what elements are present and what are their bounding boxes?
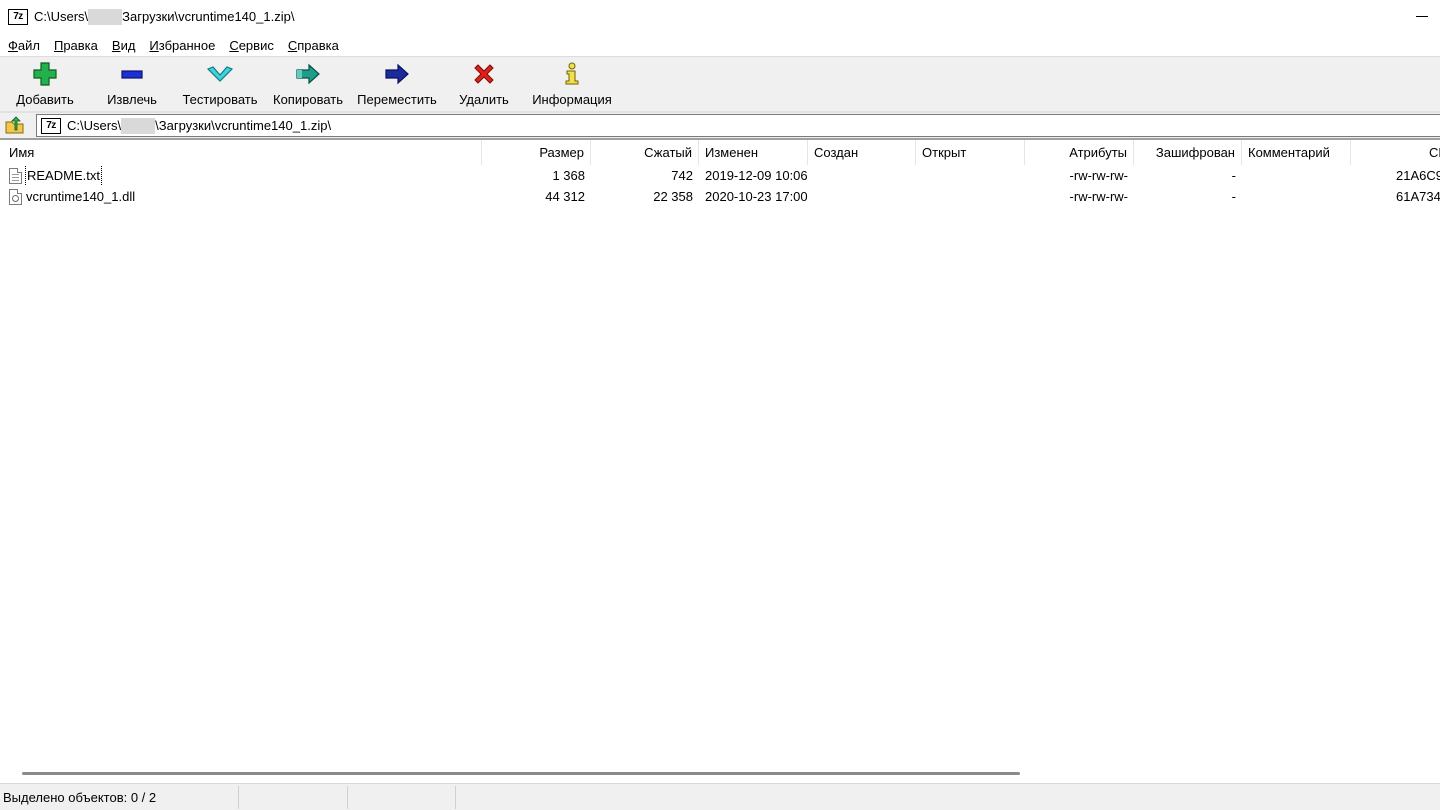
column-comment[interactable]: Комментарий — [1242, 140, 1351, 165]
folder-up-icon — [5, 116, 24, 134]
status-panel-date — [456, 786, 656, 809]
file-packed-size: 742 — [671, 168, 693, 183]
text-file-icon — [9, 168, 22, 184]
file-size: 1 368 — [552, 168, 585, 183]
check-icon — [207, 61, 233, 87]
horizontal-scrollbar[interactable] — [0, 764, 1440, 782]
file-encrypted: - — [1231, 168, 1236, 183]
window-title: C:\Users\ Загрузки\vcruntime140_1.zip\ — [34, 8, 295, 25]
status-bar: Выделено объектов: 0 / 2 — [0, 783, 1440, 810]
file-accessed — [916, 187, 1025, 207]
file-created — [808, 166, 916, 186]
column-crc[interactable]: CRC — [1351, 140, 1440, 165]
file-comment — [1242, 187, 1351, 207]
file-crc: 61A734 — [1396, 189, 1440, 204]
toolbar: Добавить Извлечь Тестировать Копировать … — [0, 57, 1440, 111]
redacted-username — [88, 8, 123, 25]
file-attributes: -rw-rw-rw- — [1069, 189, 1128, 204]
7zip-archive-icon: 7z — [41, 117, 61, 134]
selection-status: Выделено объектов: 0 / 2 — [0, 786, 239, 809]
move-arrow-icon — [384, 61, 410, 87]
file-encrypted: - — [1231, 189, 1236, 204]
info-button[interactable]: Информация — [528, 61, 616, 109]
column-name[interactable]: Имя — [0, 140, 482, 165]
column-accessed[interactable]: Открыт — [916, 140, 1025, 165]
minimize-button[interactable] — [1416, 16, 1428, 17]
add-button[interactable]: Добавить — [12, 61, 78, 109]
delete-button[interactable]: Удалить — [456, 61, 512, 109]
copy-arrow-icon — [295, 61, 321, 87]
address-bar: 7z C:\Users\ \Загрузки\vcruntime140_1.zip… — [0, 113, 1440, 138]
file-comment — [1242, 166, 1351, 186]
title-bar: 7z C:\Users\ Загрузки\vcruntime140_1.zip\ — [0, 0, 1440, 33]
file-modified: 2020-10-23 17:00 — [705, 189, 808, 204]
address-path: C:\Users\ \Загрузки\vcruntime140_1.zip\ — [67, 117, 332, 134]
menu-bar: Файл Правка Вид Избранное Сервис Справка — [0, 34, 1440, 56]
column-header-row: Имя Размер Сжатый Изменен Создан Открыт … — [0, 140, 1440, 165]
file-list: Имя Размер Сжатый Изменен Создан Открыт … — [0, 140, 1440, 764]
menu-view[interactable]: Вид — [105, 38, 143, 53]
dll-file-icon — [9, 189, 22, 205]
column-created[interactable]: Создан — [808, 140, 916, 165]
menu-favorites[interactable]: Избранное — [142, 38, 222, 53]
move-button[interactable]: Переместить — [354, 61, 440, 109]
7zip-app-icon: 7z — [8, 8, 28, 25]
column-modified[interactable]: Изменен — [699, 140, 808, 165]
menu-tools[interactable]: Сервис — [222, 38, 281, 53]
file-modified: 2019-12-09 10:06 — [705, 168, 808, 183]
file-row[interactable]: vcruntime140_1.dll 44 312 22 358 2020-10… — [0, 187, 1440, 207]
status-panel-size — [239, 786, 348, 809]
file-name: vcruntime140_1.dll — [26, 189, 136, 204]
status-panel-packed — [348, 786, 456, 809]
extract-button[interactable]: Извлечь — [100, 61, 164, 109]
info-icon — [559, 61, 585, 87]
file-row[interactable]: README.txt 1 368 742 2019-12-09 10:06 -r… — [0, 166, 1440, 186]
column-packed[interactable]: Сжатый — [591, 140, 699, 165]
test-button[interactable]: Тестировать — [180, 61, 260, 109]
menu-file[interactable]: Файл — [1, 38, 47, 53]
file-attributes: -rw-rw-rw- — [1069, 168, 1128, 183]
file-accessed — [916, 166, 1025, 186]
file-name: README.txt — [25, 166, 102, 186]
delete-x-icon — [471, 61, 497, 87]
scrollbar-thumb[interactable] — [22, 772, 1020, 775]
column-attributes[interactable]: Атрибуты — [1025, 140, 1134, 165]
address-field[interactable]: 7z C:\Users\ \Загрузки\vcruntime140_1.zip… — [36, 114, 1440, 137]
folder-up-button[interactable] — [5, 116, 25, 134]
file-created — [808, 187, 916, 207]
redacted-username — [121, 117, 156, 134]
copy-button[interactable]: Копировать — [270, 61, 346, 109]
file-packed-size: 22 358 — [653, 189, 693, 204]
file-crc: 21A6C9 — [1396, 168, 1440, 183]
file-size: 44 312 — [545, 189, 585, 204]
menu-edit[interactable]: Правка — [47, 38, 105, 53]
column-size[interactable]: Размер — [482, 140, 591, 165]
plus-icon — [32, 61, 58, 87]
column-encrypted[interactable]: Зашифрован — [1134, 140, 1242, 165]
menu-help[interactable]: Справка — [281, 38, 346, 53]
minus-icon — [119, 61, 145, 87]
